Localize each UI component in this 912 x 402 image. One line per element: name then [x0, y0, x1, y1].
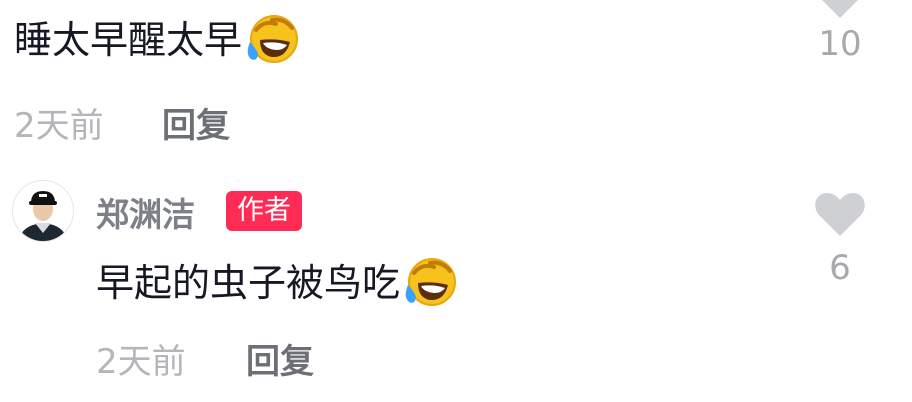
comment-time: 2天前	[96, 342, 186, 382]
comment-text: 早起的虫子被鸟吃	[96, 255, 460, 311]
author-badge: 作者	[226, 191, 302, 231]
comment-time: 2天前	[14, 106, 104, 146]
laughing-tears-emoji-icon	[400, 255, 460, 311]
like-heart-icon[interactable]	[814, 0, 866, 20]
author-name[interactable]: 郑渊洁	[96, 188, 195, 236]
laughing-tears-emoji-icon	[242, 12, 302, 68]
reply-button[interactable]: 回复	[246, 334, 314, 383]
comment-text-content: 睡太早醒太早	[14, 18, 243, 62]
comment-text: 睡太早醒太早	[14, 12, 302, 68]
reply-button[interactable]: 回复	[162, 98, 230, 147]
like-count: 10	[818, 24, 862, 64]
like-count: 6	[829, 248, 851, 288]
comment-text-content: 早起的虫子被鸟吃	[96, 261, 401, 305]
like-heart-icon[interactable]	[814, 190, 866, 238]
avatar[interactable]	[12, 180, 74, 242]
